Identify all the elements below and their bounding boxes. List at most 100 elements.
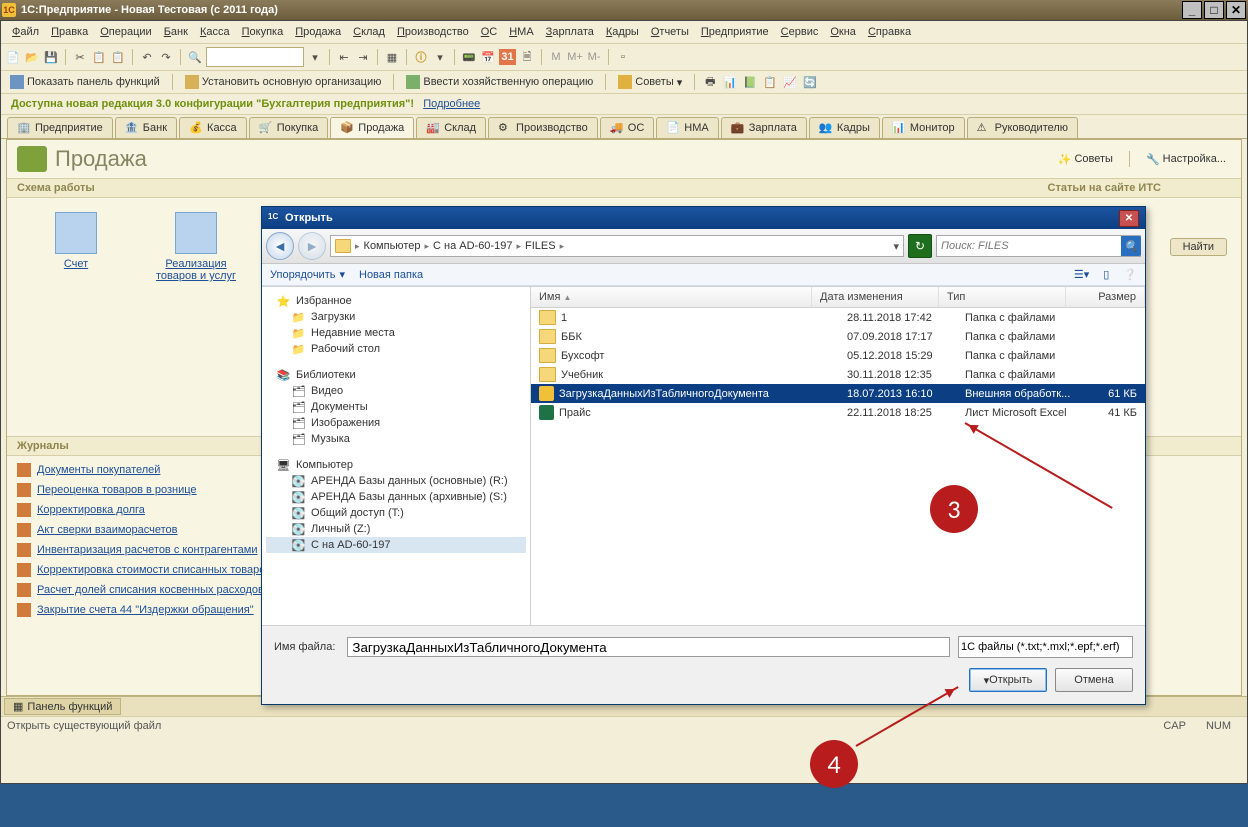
view-mode-button[interactable]: ☰▾ (1074, 268, 1089, 281)
nav-forward-button[interactable]: ► (298, 232, 326, 260)
search-input[interactable] (206, 47, 304, 67)
workflow-item[interactable]: Счет (31, 212, 121, 282)
cancel-button[interactable]: Отмена (1055, 668, 1133, 692)
tree-item[interactable]: 🖥Компьютер (266, 457, 526, 473)
menu-item[interactable]: Отчеты (646, 24, 694, 40)
new-icon[interactable]: 📄 (5, 49, 21, 65)
menu-item[interactable]: Касса (195, 24, 235, 40)
tree-item[interactable]: 📁Загрузки (266, 309, 526, 325)
tree-item[interactable]: 🗂Изображения (266, 415, 526, 431)
find-button[interactable]: Найти (1170, 238, 1227, 256)
tree-item[interactable]: 📁Недавние места (266, 325, 526, 341)
file-row[interactable]: ЗагрузкаДанныхИзТабличногоДокумента18.07… (531, 384, 1145, 403)
organize-button[interactable]: Упорядочить ▾ (270, 268, 345, 281)
print-icon[interactable]: 🖶 (702, 74, 718, 90)
workflow-item[interactable]: Реализация товаров и услуг (151, 212, 241, 282)
newfolder-button[interactable]: Новая папка (359, 269, 423, 281)
copy-icon[interactable]: 📋 (91, 49, 107, 65)
chevron-down-icon[interactable]: ▾ (432, 49, 448, 65)
tree-item[interactable]: 💽Общий доступ (T:) (266, 505, 526, 521)
tree-item[interactable]: 🗂Видео (266, 383, 526, 399)
tree-item[interactable]: ⭐Избранное (266, 293, 526, 309)
file-row[interactable]: ББК07.09.2018 17:17Папка с файлами (531, 327, 1145, 346)
menu-item[interactable]: Правка (46, 24, 93, 40)
minimize-button[interactable]: _ (1182, 1, 1202, 19)
tree-item[interactable]: 💽Личный (Z:) (266, 521, 526, 537)
close-button[interactable]: ✕ (1226, 1, 1246, 19)
menu-item[interactable]: Зарплата (541, 24, 599, 40)
tab-Кадры[interactable]: 👥Кадры (809, 117, 880, 138)
menu-item[interactable]: Предприятие (696, 24, 774, 40)
tree-item[interactable]: 💽АРЕНДА Базы данных (основные) (R:) (266, 473, 526, 489)
tab-Руководителю[interactable]: ⚠Руководителю (967, 117, 1078, 138)
open-button[interactable]: ▾ Открыть (969, 668, 1047, 692)
menu-item[interactable]: Кадры (601, 24, 644, 40)
preview-pane-button[interactable]: ▯ (1103, 268, 1109, 281)
menu-item[interactable]: Сервис (776, 24, 824, 40)
info-icon[interactable]: ⓘ (413, 49, 429, 65)
tab-Покупка[interactable]: 🛒Покупка (249, 117, 329, 138)
chevron-down-icon[interactable]: ▾ (307, 49, 323, 65)
m-icon[interactable]: M (548, 49, 564, 65)
nav-back-button[interactable]: ◄ (266, 232, 294, 260)
tab-Предприятие[interactable]: 🏢Предприятие (7, 117, 113, 138)
cut-icon[interactable]: ✂ (72, 49, 88, 65)
main-menu[interactable]: ФайлПравкаОперацииБанкКассаПокупкаПродаж… (1, 21, 1247, 44)
mplus-icon[interactable]: M+ (567, 49, 583, 65)
menu-item[interactable]: НМА (504, 24, 538, 40)
form-icon[interactable]: 📋 (762, 74, 778, 90)
search-go-icon[interactable]: 🔍 (1121, 236, 1141, 256)
menu-item[interactable]: Производство (392, 24, 474, 40)
tree-item[interactable]: 📚Библиотеки (266, 367, 526, 383)
book-icon[interactable]: 📗 (742, 74, 758, 90)
menu-item[interactable]: Банк (159, 24, 193, 40)
enter-operation-button[interactable]: Ввести хозяйственную операцию (401, 73, 598, 91)
page-settings-button[interactable]: 🔧 Настройка... (1141, 151, 1231, 168)
open-icon[interactable]: 📂 (24, 49, 40, 65)
file-row[interactable]: Прайс22.11.2018 18:25Лист Microsoft Exce… (531, 403, 1145, 422)
tree-item[interactable]: 💽АРЕНДА Базы данных (архивные) (S:) (266, 489, 526, 505)
file-columns[interactable]: Имя ▲ Дата изменения Тип Размер (531, 287, 1145, 308)
tab-Склад[interactable]: 🏭Склад (416, 117, 486, 138)
undo-icon[interactable]: ↶ (139, 49, 155, 65)
menu-item[interactable]: Склад (348, 24, 390, 40)
tab-Производство[interactable]: ⚙Производство (488, 117, 598, 138)
menu-item[interactable]: Операции (95, 24, 156, 40)
tips-page-button[interactable]: ✨ Советы (1053, 151, 1118, 168)
sync-icon[interactable]: 🔄 (802, 74, 818, 90)
menu-item[interactable]: ОС (476, 24, 503, 40)
report-icon[interactable]: 📊 (722, 74, 738, 90)
file-row[interactable]: Учебник30.11.2018 12:35Папка с файлами (531, 365, 1145, 384)
tree-item[interactable]: 🗂Музыка (266, 431, 526, 447)
calc-icon[interactable]: 📟 (461, 49, 477, 65)
set-org-button[interactable]: Установить основную организацию (180, 73, 387, 91)
chart-icon[interactable]: 📈 (782, 74, 798, 90)
menu-item[interactable]: Покупка (237, 24, 289, 40)
show-panel-button[interactable]: Показать панель функций (5, 73, 165, 91)
tab-Монитор[interactable]: 📊Монитор (882, 117, 965, 138)
menu-item[interactable]: Продажа (290, 24, 346, 40)
filename-input[interactable] (347, 637, 950, 657)
menu-item[interactable]: Справка (863, 24, 916, 40)
filter-select[interactable] (958, 636, 1133, 658)
menu-item[interactable]: Окна (825, 24, 861, 40)
tree-item[interactable]: 📁Рабочий стол (266, 341, 526, 357)
tab-ОС[interactable]: 🚚ОС (600, 117, 655, 138)
maximize-button[interactable]: □ (1204, 1, 1224, 19)
taskbar-item[interactable]: ▦ Панель функций (4, 698, 121, 715)
calendar-icon[interactable]: 📅 (480, 49, 496, 65)
tab-НМА[interactable]: 📄НМА (656, 117, 718, 138)
refresh-button[interactable]: ↻ (908, 234, 932, 258)
dialog-close-button[interactable]: ✕ (1119, 210, 1139, 227)
doc-icon[interactable]: 🗎 (519, 49, 535, 65)
tab-Касса[interactable]: 💰Касса (179, 117, 247, 138)
tree-item[interactable]: 💽C на AD-60-197 (266, 537, 526, 553)
folder-tree[interactable]: ⭐Избранное📁Загрузки📁Недавние места📁Рабоч… (262, 287, 531, 625)
address-bar[interactable]: ▸Компьютер▸C на AD-60-197▸FILES▸▾ (330, 235, 904, 257)
search-icon[interactable]: 🔍 (187, 49, 203, 65)
go-back-icon[interactable]: ⇤ (336, 49, 352, 65)
blank-page-icon[interactable]: ▫ (615, 49, 631, 65)
save-icon[interactable]: 💾 (43, 49, 59, 65)
menu-item[interactable]: Файл (7, 24, 44, 40)
file-row[interactable]: 128.11.2018 17:42Папка с файлами (531, 308, 1145, 327)
